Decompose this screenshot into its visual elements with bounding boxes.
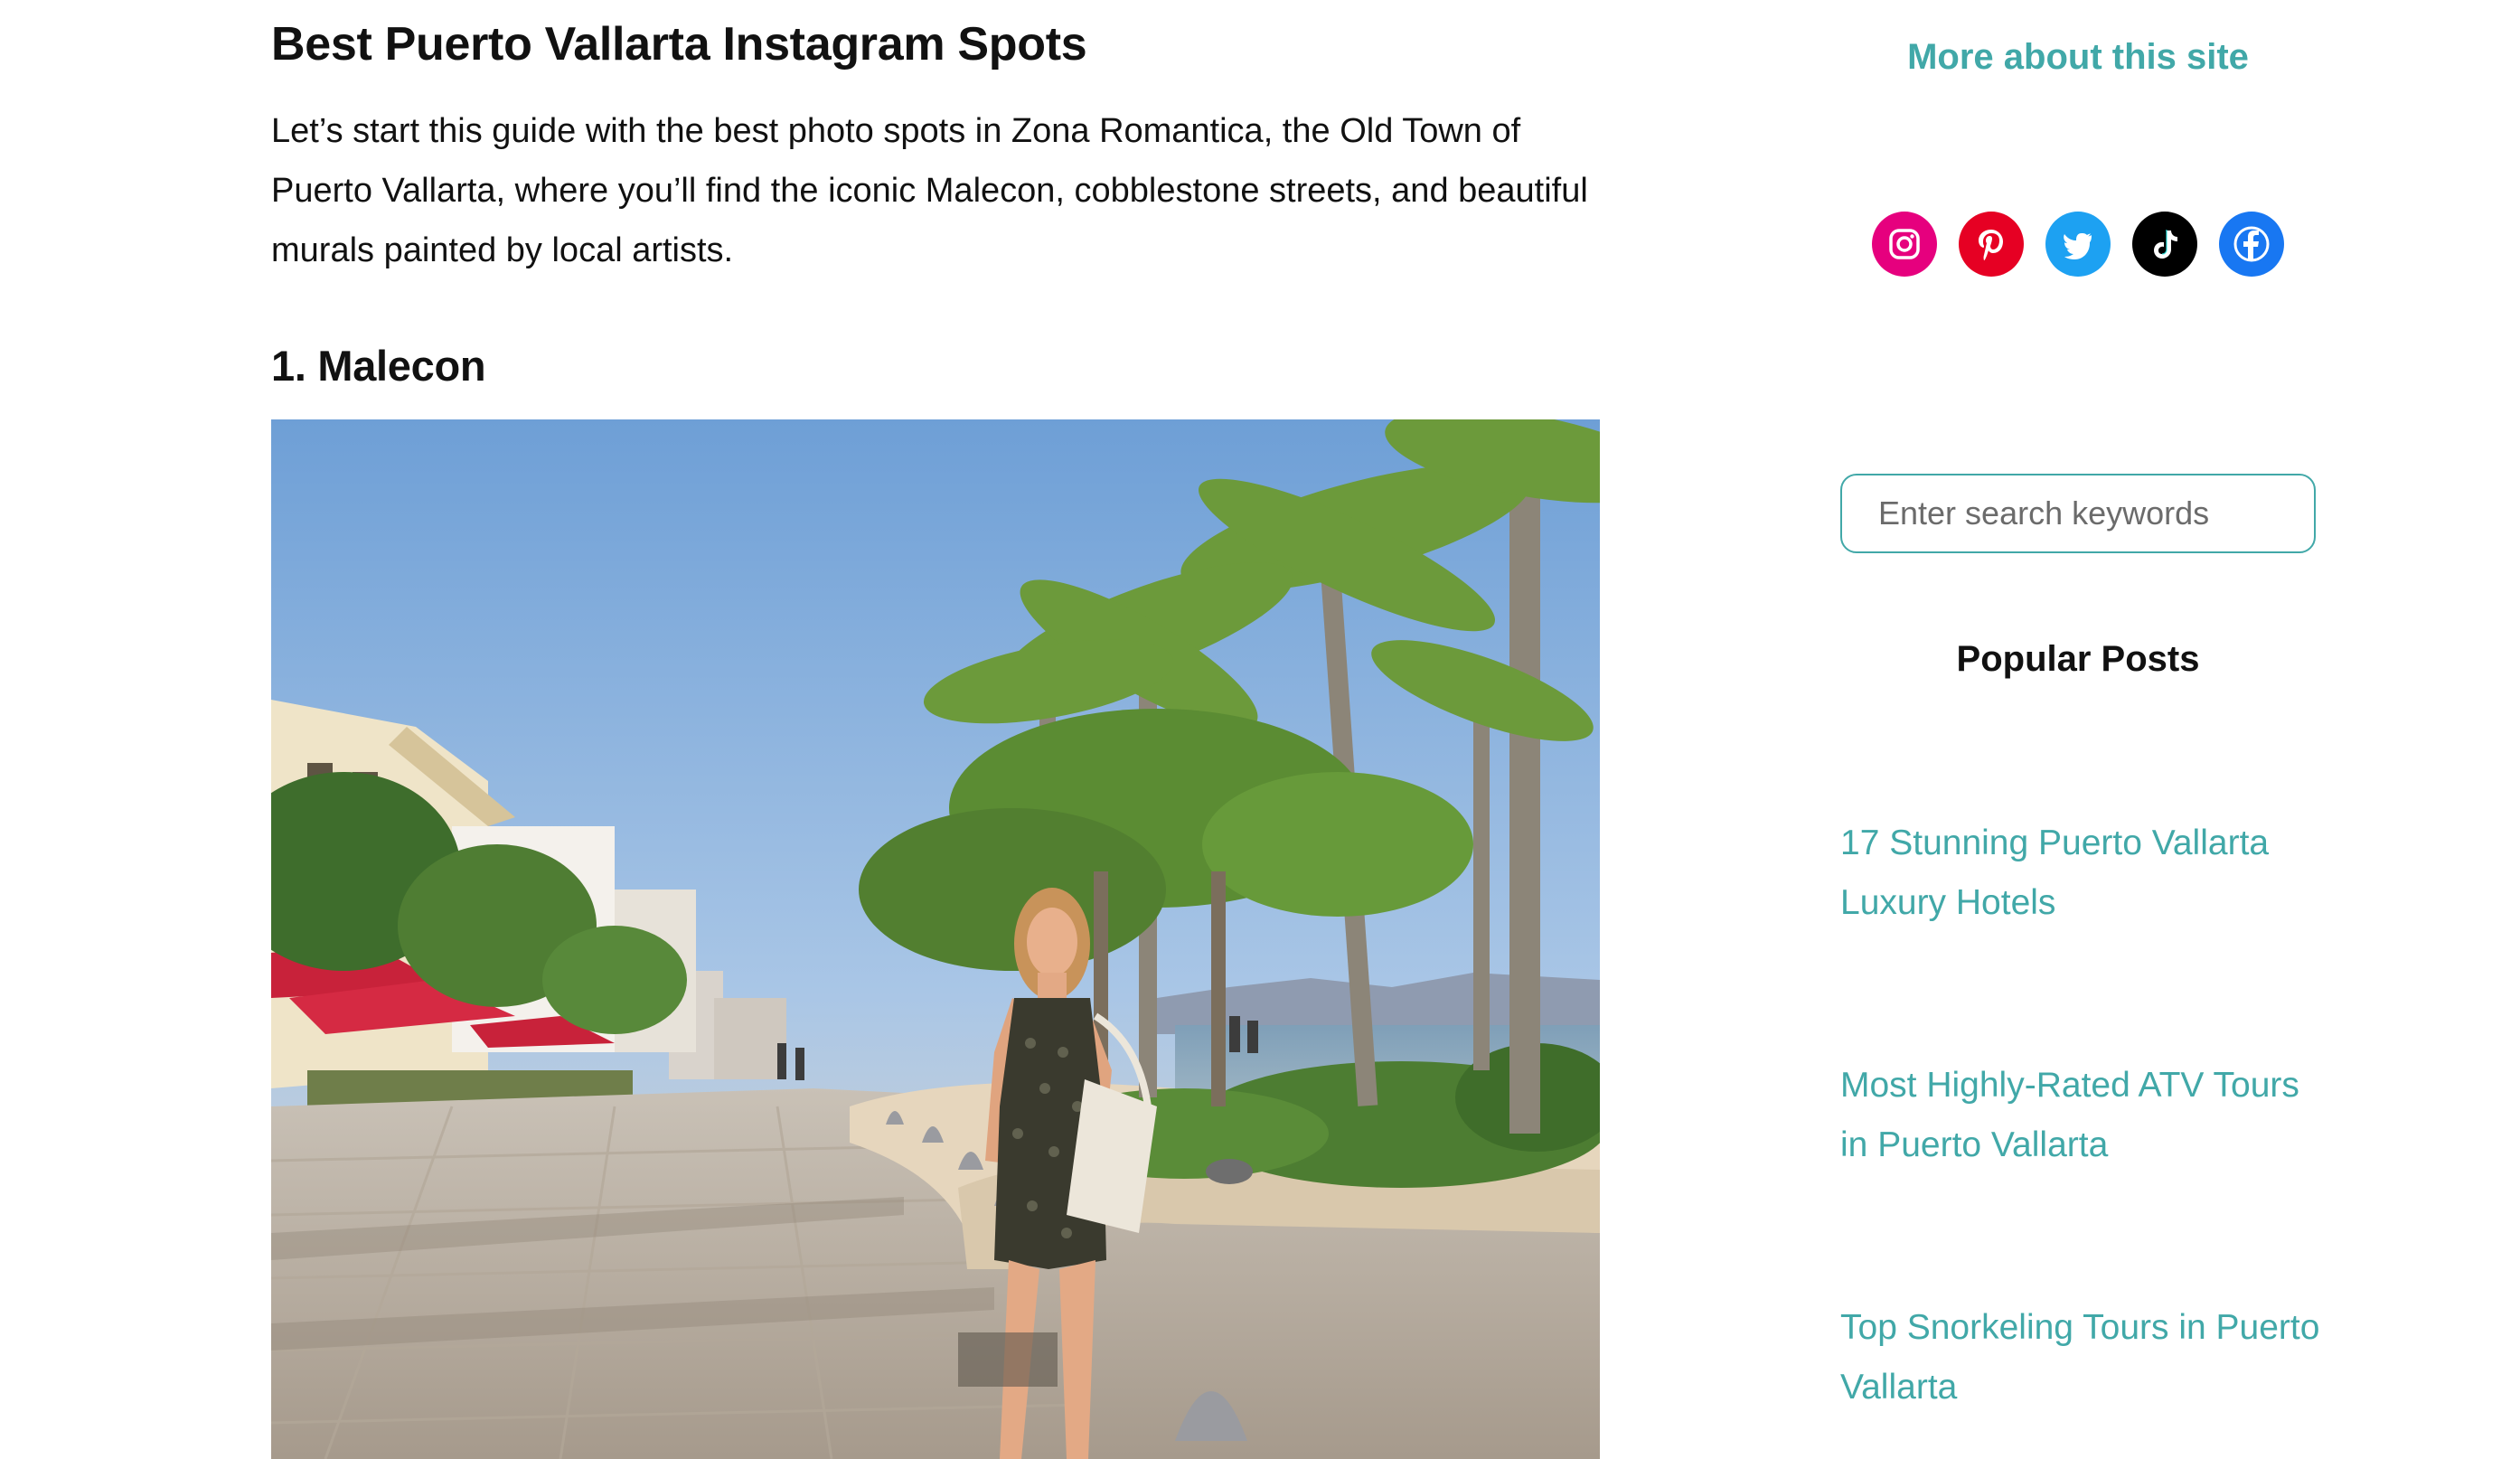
malecon-photo: [271, 419, 1600, 1459]
popular-post-link[interactable]: Most Highly-Rated ATV Tours in Puerto Va…: [1840, 1056, 2328, 1175]
article-title: Best Puerto Vallarta Instagram Spots: [271, 18, 1087, 71]
twitter-icon[interactable]: [2045, 212, 2111, 277]
popular-posts-title: Popular Posts: [1956, 639, 2200, 679]
social-icons: [1840, 212, 2316, 278]
article-intro: Let’s start this guide with the best pho…: [271, 112, 1588, 269]
popular-post-link[interactable]: 17 Stunning Puerto Vallarta Luxury Hotel…: [1840, 814, 2328, 933]
section-heading: 1. Malecon: [271, 342, 486, 390]
popular-post-link[interactable]: Top Snorkeling Tours in Puerto Vallarta: [1840, 1298, 2328, 1417]
tiktok-icon[interactable]: [2132, 212, 2197, 277]
page: Best Puerto Vallarta Instagram Spots Let…: [0, 0, 2520, 1459]
search-input[interactable]: [1840, 474, 2316, 553]
more-about-link[interactable]: More about this site: [1840, 27, 2316, 87]
instagram-icon[interactable]: [1872, 212, 1937, 277]
facebook-icon[interactable]: [2219, 212, 2284, 277]
pinterest-icon[interactable]: [1959, 212, 2024, 277]
